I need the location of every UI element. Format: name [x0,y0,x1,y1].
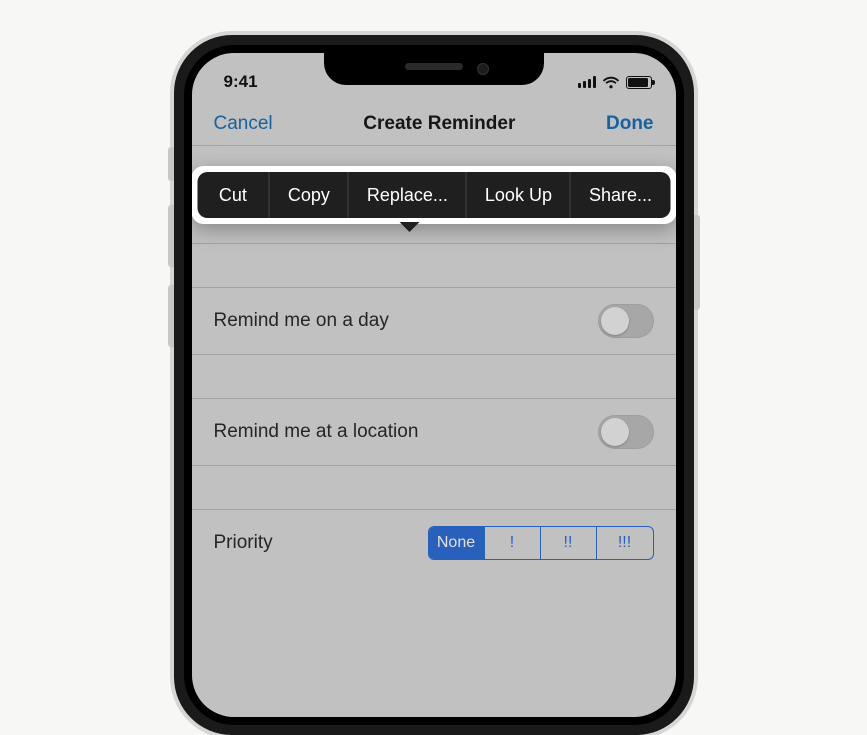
done-button[interactable]: Done [606,113,654,135]
speaker-grille [405,63,463,70]
priority-high-button[interactable]: !!! [597,527,653,559]
priority-row: Priority None ! !! !!! [192,510,676,600]
volume-down-button [168,285,174,347]
phone-screen: 9:41 Cancel Create Reminder Done [192,53,676,717]
cut-button[interactable]: Cut [197,172,270,218]
edit-menu-callout: Cut Copy Replace... Look Up Share... [192,166,676,224]
share-button[interactable]: Share... [571,172,670,218]
battery-icon [626,76,652,89]
power-button [694,215,700,310]
replace-button[interactable]: Replace... [349,172,467,218]
priority-low-button[interactable]: ! [485,527,541,559]
volume-up-button [168,205,174,267]
silence-switch [168,147,174,181]
lookup-button[interactable]: Look Up [467,172,571,218]
remind-day-row[interactable]: Remind me on a day [192,288,676,355]
copy-button[interactable]: Copy [270,172,349,218]
callout-arrow-icon [399,222,419,232]
notch [324,53,544,85]
remind-location-row[interactable]: Remind me at a location [192,399,676,466]
page-title: Create Reminder [363,113,515,135]
nav-bar: Cancel Create Reminder Done [192,101,676,145]
remind-location-toggle[interactable] [598,415,654,449]
cancel-button[interactable]: Cancel [214,113,273,135]
priority-label: Priority [214,532,273,554]
phone-frame: 9:41 Cancel Create Reminder Done [174,35,694,735]
remind-location-label: Remind me at a location [214,421,419,443]
cellular-signal-icon [578,76,596,88]
spacer-row [192,244,676,288]
priority-none-button[interactable]: None [429,527,485,559]
priority-medium-button[interactable]: !! [541,527,597,559]
front-camera-icon [477,63,489,75]
priority-segmented-control[interactable]: None ! !! !!! [428,526,654,560]
remind-day-toggle[interactable] [598,304,654,338]
wifi-icon [602,76,620,89]
status-time: 9:41 [216,72,258,92]
remind-day-label: Remind me on a day [214,310,389,332]
spacer-row [192,355,676,399]
spacer-row [192,466,676,510]
